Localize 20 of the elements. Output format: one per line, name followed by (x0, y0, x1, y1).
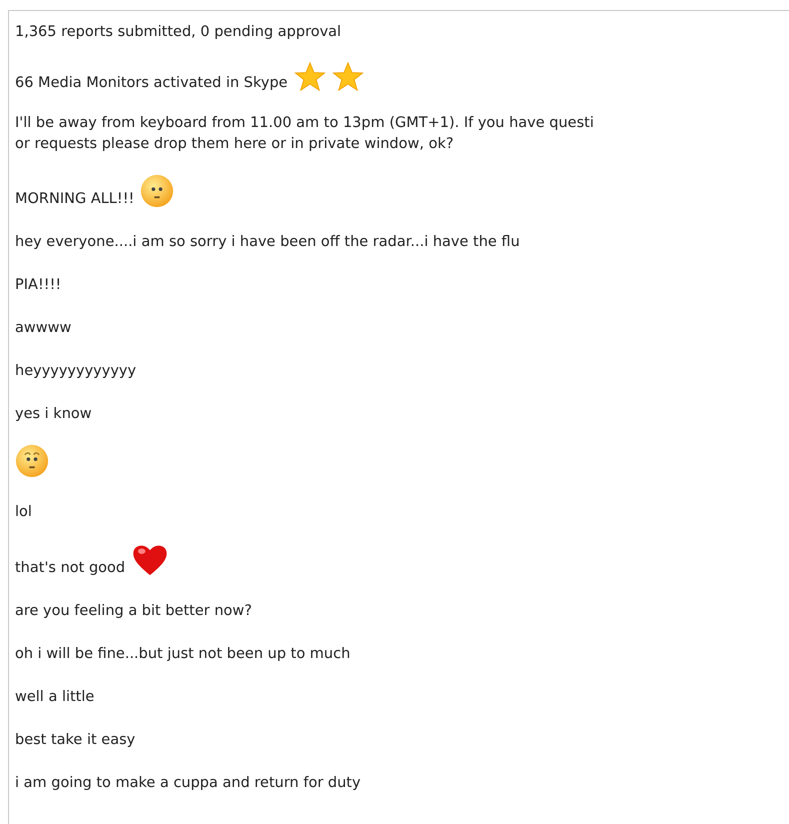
chat-message: are you feeling a bit better now? (15, 602, 252, 621)
chat-message: hey everyone....i am so sorry i have been off the radar...i have the flu (15, 233, 520, 252)
chat-message: best take it easy (15, 731, 136, 750)
chat-message: PIA!!!! (15, 276, 62, 295)
chat-message: awwww (15, 319, 72, 338)
chat-message: well a little (15, 688, 94, 707)
chat-message: MORNING ALL!!! (15, 190, 134, 209)
chat-message: heyyyyyyyyyyyy (15, 362, 136, 381)
star-icon (294, 62, 326, 92)
chat-message: that's not good (15, 559, 126, 578)
chat-message: i am going to make a cuppa and return for duty (15, 774, 361, 793)
chat-message: I'll be away from keyboard from 11.00 am to 13pm (GMT+1). If you have questi or requests please drop them here or in private window, ok? (15, 114, 594, 154)
chat-message: oh i will be fine...but just not been up to much (15, 645, 350, 664)
emoticon-icon (15, 444, 49, 478)
chat-message: 66 Media Monitors activated in Skype (15, 74, 288, 93)
chat-message: yes i know (15, 405, 92, 424)
emoticon-icon (140, 174, 174, 208)
chat-message: lol (15, 503, 32, 522)
star-icon (332, 62, 364, 92)
chat-message: 1,365 reports submitted, 0 pending approval (15, 23, 342, 42)
